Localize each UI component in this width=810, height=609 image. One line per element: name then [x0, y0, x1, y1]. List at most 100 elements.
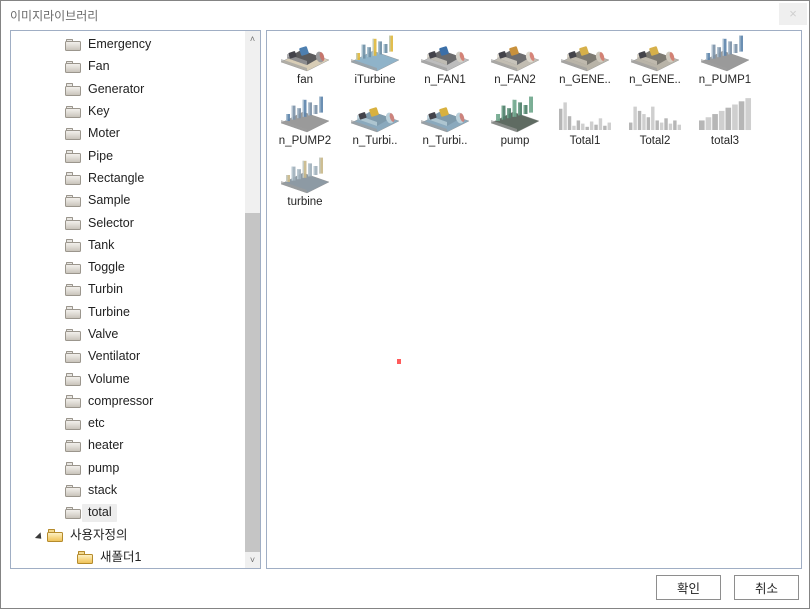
thumbnail-item[interactable]: n_FAN2	[480, 34, 550, 94]
thumbnail-item[interactable]: fan	[270, 34, 340, 94]
tree-item-Moter[interactable]: Moter	[11, 123, 249, 145]
tree-item-label: 사용자정의	[70, 527, 128, 542]
tree-item-heater[interactable]: heater	[11, 435, 249, 457]
thumbnail-label: n_GENE..	[559, 74, 611, 86]
folder-tree-list[interactable]: Emergency Fan Generator Key Moter Pipe Rectang…	[11, 34, 249, 567]
tree-item-Turbine[interactable]: Turbine	[11, 302, 249, 324]
thumbnail-item[interactable]: n_Turbi..	[340, 95, 410, 155]
tree-item-label: total	[82, 504, 117, 523]
folder-icon	[65, 194, 82, 208]
thumbnail-image-ngen2	[627, 34, 683, 72]
ok-button[interactable]: 확인	[656, 575, 721, 600]
thumbnail-image-npump2	[277, 95, 333, 133]
tree-item-Key[interactable]: Key	[11, 101, 249, 123]
tree-item-label: Rectangle	[88, 170, 145, 185]
image-library-dialog: 이미지라이브러리 × Emergency Fan Generator Key Moter…	[0, 0, 810, 609]
folder-icon	[65, 395, 82, 408]
cancel-button[interactable]: 취소	[734, 575, 799, 600]
thumbnail-image-iturbine	[347, 34, 403, 72]
tree-item-Valve[interactable]: Valve	[11, 324, 249, 346]
scroll-up-icon[interactable]: ˄	[245, 31, 260, 47]
thumbnail-item[interactable]: pump	[480, 95, 550, 155]
tree-item-Ventilator[interactable]: Ventilator	[11, 346, 249, 368]
thumbnail-item[interactable]: total3	[690, 95, 760, 155]
tree-item-label: Valve	[88, 327, 119, 341]
tree-item-Selector[interactable]: Selector	[11, 212, 249, 234]
folder-icon	[65, 172, 82, 185]
thumbnail-item[interactable]: iTurbine	[340, 34, 410, 94]
tree-item-label: compressor	[88, 393, 154, 408]
tree-item-label: Tank	[88, 237, 115, 252]
tree-item-label: stack	[88, 483, 118, 498]
thumbnail-image-nturb2	[417, 95, 473, 133]
tree-item-label: Generator	[88, 81, 145, 96]
tree-item-compressor[interactable]: compressor	[11, 391, 249, 413]
thumbnail-item[interactable]: n_GENE..	[550, 34, 620, 94]
thumbnail-item[interactable]: n_Turbi..	[410, 95, 480, 155]
tree-item-label: Fan	[88, 59, 110, 74]
tree-item-total[interactable]: total	[11, 502, 249, 524]
folder-icon	[65, 261, 82, 275]
tree-item-Sample[interactable]: Sample	[11, 190, 249, 212]
tree-item-사용자정의[interactable]: 사용자정의	[11, 525, 249, 547]
thumbnail-label: n_Turbi..	[352, 135, 398, 147]
thumbnail-label: n_PUMP1	[698, 74, 752, 86]
thumbnail-image-turbine	[277, 156, 333, 194]
tree-item-Volume[interactable]: Volume	[11, 368, 249, 390]
thumbnail-label: n_PUMP2	[278, 135, 332, 147]
tree-item-label: heater	[88, 438, 124, 453]
thumbnail-item[interactable]: n_PUMP1	[690, 34, 760, 94]
tree-item-Turbin[interactable]: Turbin	[11, 279, 249, 301]
folder-icon	[65, 328, 82, 342]
thumbnail-grid[interactable]: fan iTurbine n_FAN1 n_FAN2 n_GENE.. n_GENE.. n…	[270, 34, 798, 217]
thumbnail-item[interactable]: n_PUMP2	[270, 95, 340, 155]
thumbnail-image-ngen1	[557, 34, 613, 72]
thumbnail-item[interactable]: Total1	[550, 95, 620, 155]
tree-item-label: Selector	[88, 215, 134, 230]
thumbnail-image-total3	[697, 95, 753, 133]
tree-item-Toggle[interactable]: Toggle	[11, 257, 249, 279]
folder-icon	[65, 283, 82, 297]
tree-item-Emergency[interactable]: Emergency	[11, 34, 249, 56]
tree-item-stack[interactable]: stack	[11, 480, 249, 502]
thumbnail-item[interactable]: Total2	[620, 95, 690, 155]
tree-item-label: etc	[88, 416, 105, 431]
tree-item-label: Emergency	[88, 37, 152, 52]
thumbnail-item[interactable]: turbine	[270, 156, 340, 216]
thumbnail-label: n_Turbi..	[422, 135, 468, 147]
close-icon[interactable]: ×	[779, 3, 807, 25]
tree-item-etc[interactable]: etc	[11, 413, 249, 435]
tree-vertical-scrollbar[interactable]: ˄ ˅	[245, 31, 260, 568]
title-bar: 이미지라이브러리 ×	[1, 1, 809, 29]
thumbnail-image-total1	[557, 95, 613, 133]
window-title: 이미지라이브러리	[10, 9, 99, 23]
tree-item-Generator[interactable]: Generator	[11, 79, 249, 101]
expander-open-icon[interactable]	[33, 525, 47, 547]
thumbnail-label: fan	[297, 74, 313, 86]
tree-item-Fan[interactable]: Fan	[11, 56, 249, 78]
tree-item-Pipe[interactable]: Pipe	[11, 145, 249, 167]
thumbnail-label: turbine	[287, 196, 323, 208]
scrollbar-thumb[interactable]	[245, 47, 260, 213]
folder-tree-panel: Emergency Fan Generator Key Moter Pipe Rectang…	[10, 30, 261, 569]
scroll-down-icon[interactable]: ˅	[245, 552, 260, 568]
tree-item-label: Ventilator	[88, 349, 141, 364]
tree-item-Rectangle[interactable]: Rectangle	[11, 168, 249, 190]
thumbnail-label: total3	[710, 135, 740, 147]
thumbnail-item[interactable]: n_FAN1	[410, 34, 480, 94]
tree-item-pump[interactable]: pump	[11, 458, 249, 480]
tree-item-Tank[interactable]: Tank	[11, 235, 249, 257]
tree-item-새폴더1[interactable]: 새폴더1	[11, 547, 249, 567]
thumbnail-item[interactable]: n_GENE..	[620, 34, 690, 94]
folder-icon	[65, 150, 82, 163]
